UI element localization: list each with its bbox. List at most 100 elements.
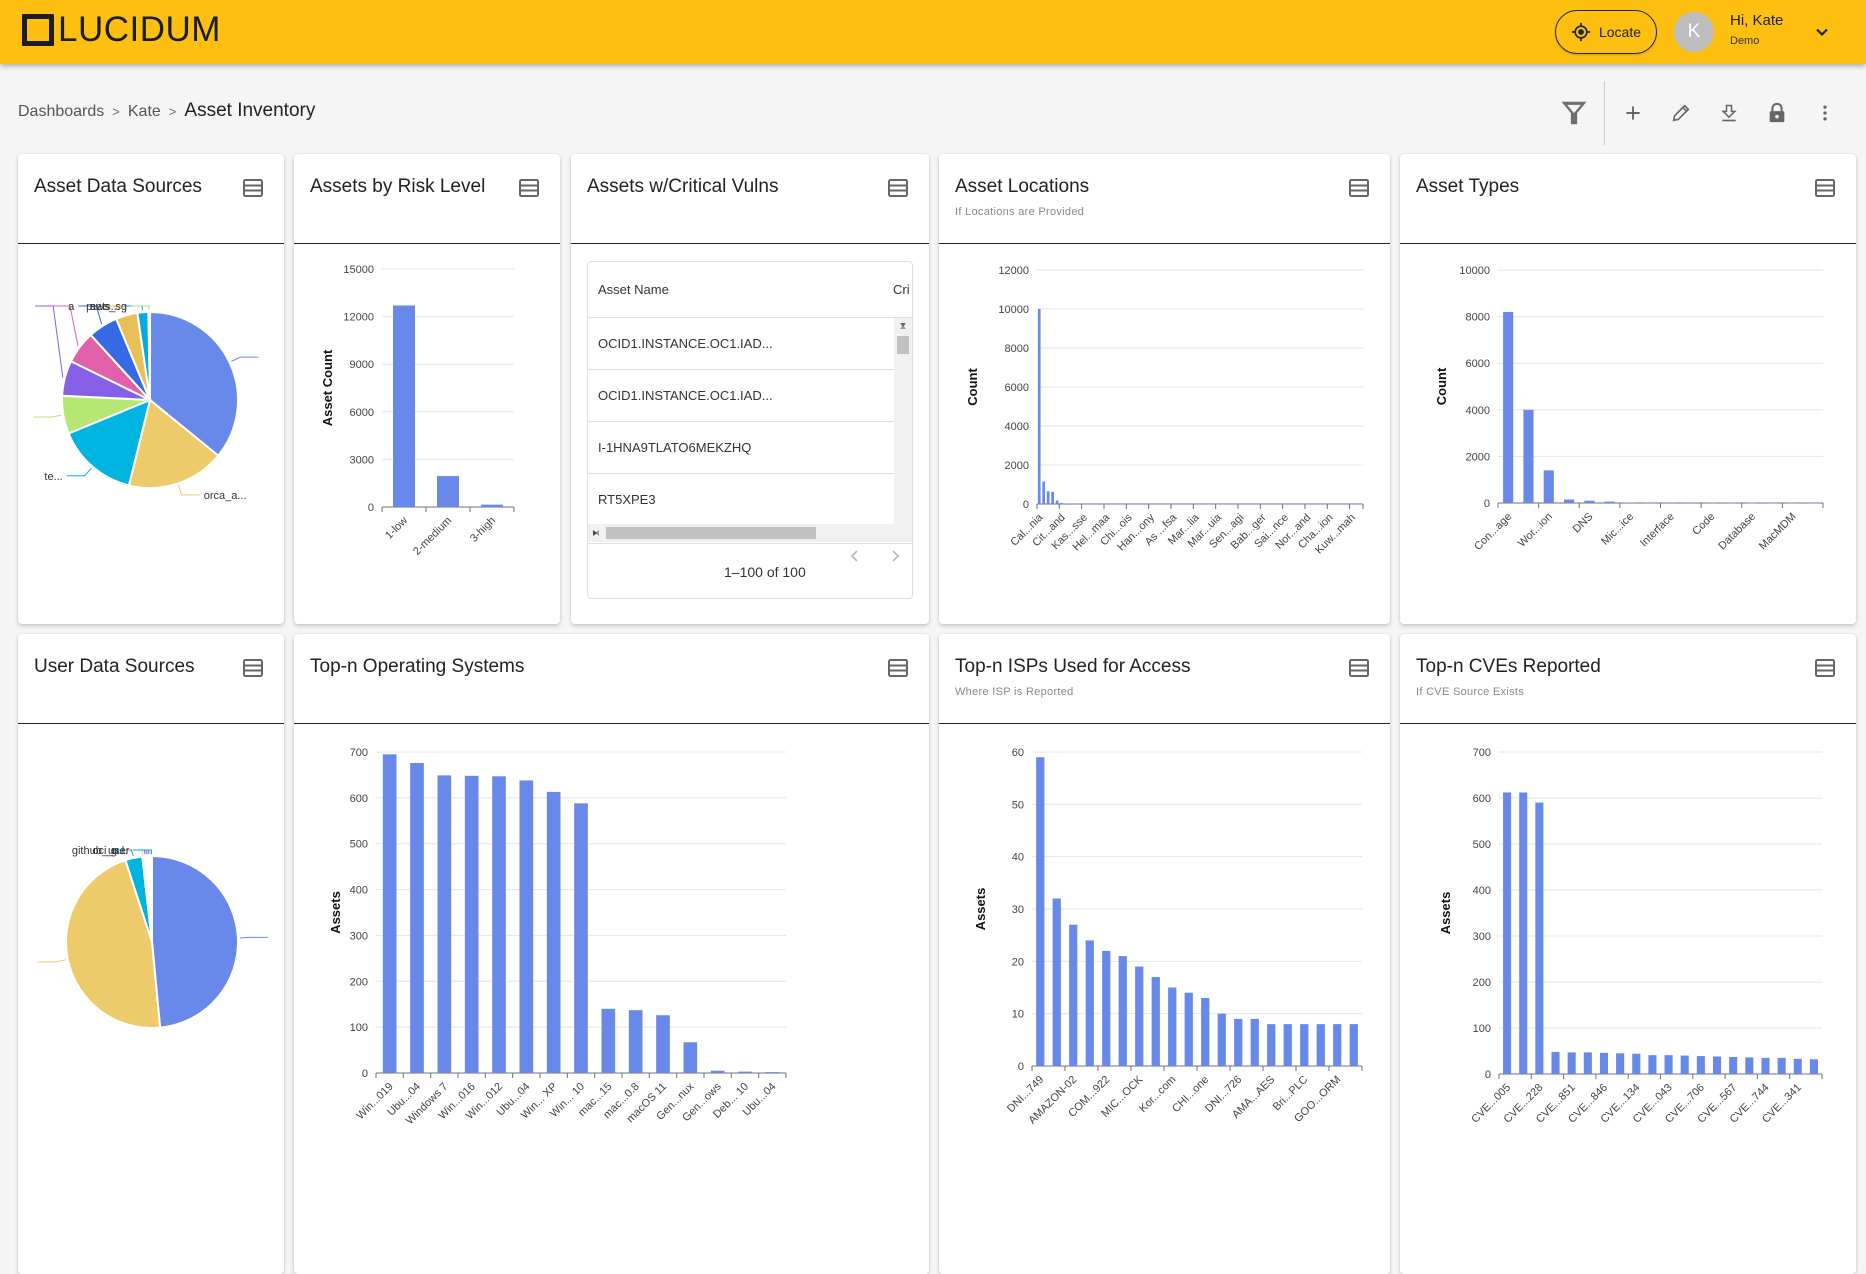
bar: [1645, 503, 1655, 504]
bar: [1266, 504, 1269, 505]
breadcrumb: Dashboards > Kate > Asset Inventory: [18, 100, 315, 122]
card-header: Top-n Operating Systems: [294, 634, 929, 724]
bar: [1568, 1052, 1576, 1074]
lucidum-logo[interactable]: LUCIDUM: [22, 14, 221, 46]
edit-icon: [1670, 102, 1692, 124]
bar: [1102, 951, 1110, 1066]
table-view-icon[interactable]: [887, 178, 909, 198]
card-title: Asset Types: [1416, 176, 1519, 198]
y-axis-label: Assets: [973, 888, 988, 931]
bar: [1337, 504, 1340, 505]
table-view-icon[interactable]: [1348, 178, 1370, 198]
bar: [1218, 1014, 1226, 1066]
horizontal-scrollbar[interactable]: [588, 524, 912, 542]
scroll-down-arrow-icon[interactable]: [894, 318, 912, 332]
bar: [1217, 504, 1220, 505]
table-view-icon[interactable]: [1348, 658, 1370, 678]
add-button[interactable]: [1609, 93, 1657, 133]
bar: [1778, 1058, 1786, 1074]
edit-button[interactable]: [1657, 93, 1705, 133]
pie-label: github_user: [72, 845, 130, 857]
next-page-icon[interactable]: [883, 544, 907, 568]
bar: [1297, 504, 1300, 505]
card-header: User Data Sources: [18, 634, 284, 724]
y-tick-label: 3000: [350, 454, 374, 466]
y-tick-label: 0: [1484, 498, 1490, 510]
bar: [1083, 504, 1086, 505]
download-button[interactable]: [1705, 93, 1753, 133]
top-app-bar: LUCIDUM Locate K Hi, Kate Demo: [0, 0, 1866, 64]
bar: [1127, 504, 1130, 505]
table-view-icon[interactable]: [887, 658, 909, 678]
card-title: Top-n CVEs Reported: [1416, 656, 1601, 678]
bar: [1727, 503, 1737, 504]
x-tick-label: Database: [1716, 511, 1758, 553]
column-header-critical[interactable]: Cri: [893, 282, 910, 297]
bar: [1060, 503, 1063, 504]
y-tick-label: 200: [1473, 977, 1491, 989]
x-tick-label: MacMDM: [1757, 511, 1799, 553]
y-tick-label: 8000: [1005, 343, 1029, 355]
x-tick-label: 3-high: [468, 515, 498, 545]
scroll-right-arrow-icon[interactable]: [588, 524, 602, 542]
y-tick-label: 12000: [998, 265, 1029, 277]
bar: [1069, 925, 1077, 1066]
table-pagination: 1–100 of 100: [588, 543, 912, 599]
breadcrumb-dashboards[interactable]: Dashboards: [18, 103, 104, 121]
y-tick-label: 6000: [1466, 358, 1490, 370]
breadcrumb-kate[interactable]: Kate: [128, 103, 161, 121]
bar: [1328, 504, 1331, 505]
bar: [684, 1042, 698, 1073]
prev-page-icon[interactable]: [843, 544, 867, 568]
y-tick-label: 700: [350, 747, 368, 759]
card-header: Asset Locations If Locations are Provide…: [939, 154, 1390, 244]
table-view-icon[interactable]: [1814, 178, 1836, 198]
bar: [1747, 503, 1757, 504]
bar: [1794, 1059, 1802, 1074]
scrollbar-thumb[interactable]: [897, 336, 909, 354]
asset-data-sources-pie: orca_a...te...ap...nets...aws_sg: [18, 245, 284, 623]
bar: [1190, 504, 1193, 505]
table-row[interactable]: RT5XPE3: [588, 474, 894, 524]
card-asset-locations: Asset Locations If Locations are Provide…: [939, 154, 1390, 624]
card-subtitle: If CVE Source Exists: [1416, 686, 1524, 698]
top-cves-bar-chart: 0100200300400500600700AssetsCVE...005CVE…: [1400, 725, 1856, 1265]
y-tick-label: 0: [362, 1068, 368, 1080]
table-row[interactable]: OCID1.INSTANCE.OC1.IAD...: [588, 318, 894, 370]
table-view-icon[interactable]: [1814, 658, 1836, 678]
vertical-scrollbar[interactable]: [894, 318, 912, 524]
table-row[interactable]: OCID1.INSTANCE.OC1.IAD...: [588, 370, 894, 422]
bar: [1181, 504, 1184, 505]
lock-icon: [1766, 102, 1788, 124]
bar: [1087, 504, 1090, 505]
filter-button[interactable]: [1550, 93, 1598, 133]
bar: [1333, 1024, 1341, 1066]
bar: [1648, 1055, 1656, 1074]
table-view-icon[interactable]: [242, 178, 264, 198]
table-view-icon[interactable]: [242, 658, 264, 678]
bar: [1600, 1053, 1608, 1074]
bar: [1132, 504, 1135, 505]
scrollbar-thumb[interactable]: [606, 527, 816, 539]
locate-button[interactable]: Locate: [1555, 10, 1657, 54]
user-avatar[interactable]: K: [1674, 12, 1714, 52]
bar: [1145, 504, 1148, 505]
chart-area: 0100200300400500600700AssetsCVE...005CVE…: [1400, 725, 1856, 1274]
locate-label: Locate: [1599, 24, 1641, 40]
pie-leader-line: [132, 850, 150, 854]
y-tick-label: 700: [1473, 747, 1491, 759]
more-options-button[interactable]: [1801, 93, 1849, 133]
bar: [1221, 504, 1224, 505]
assets-by-risk-bar-chart: 03000600090001200015000Asset Count1-low2…: [294, 245, 560, 623]
bar: [629, 1010, 643, 1073]
y-tick-label: 10000: [998, 304, 1029, 316]
lock-button[interactable]: [1753, 93, 1801, 133]
pie-label: orca_a...: [204, 490, 247, 502]
table-view-icon[interactable]: [518, 178, 540, 198]
chevron-down-icon[interactable]: [1812, 22, 1832, 42]
column-header-asset-name[interactable]: Asset Name: [598, 282, 669, 297]
bar: [1100, 504, 1103, 505]
table-row[interactable]: I-1HNA9TLATO6MEKZHQ: [588, 422, 894, 474]
bar: [1248, 504, 1251, 505]
add-icon: [1623, 103, 1643, 123]
